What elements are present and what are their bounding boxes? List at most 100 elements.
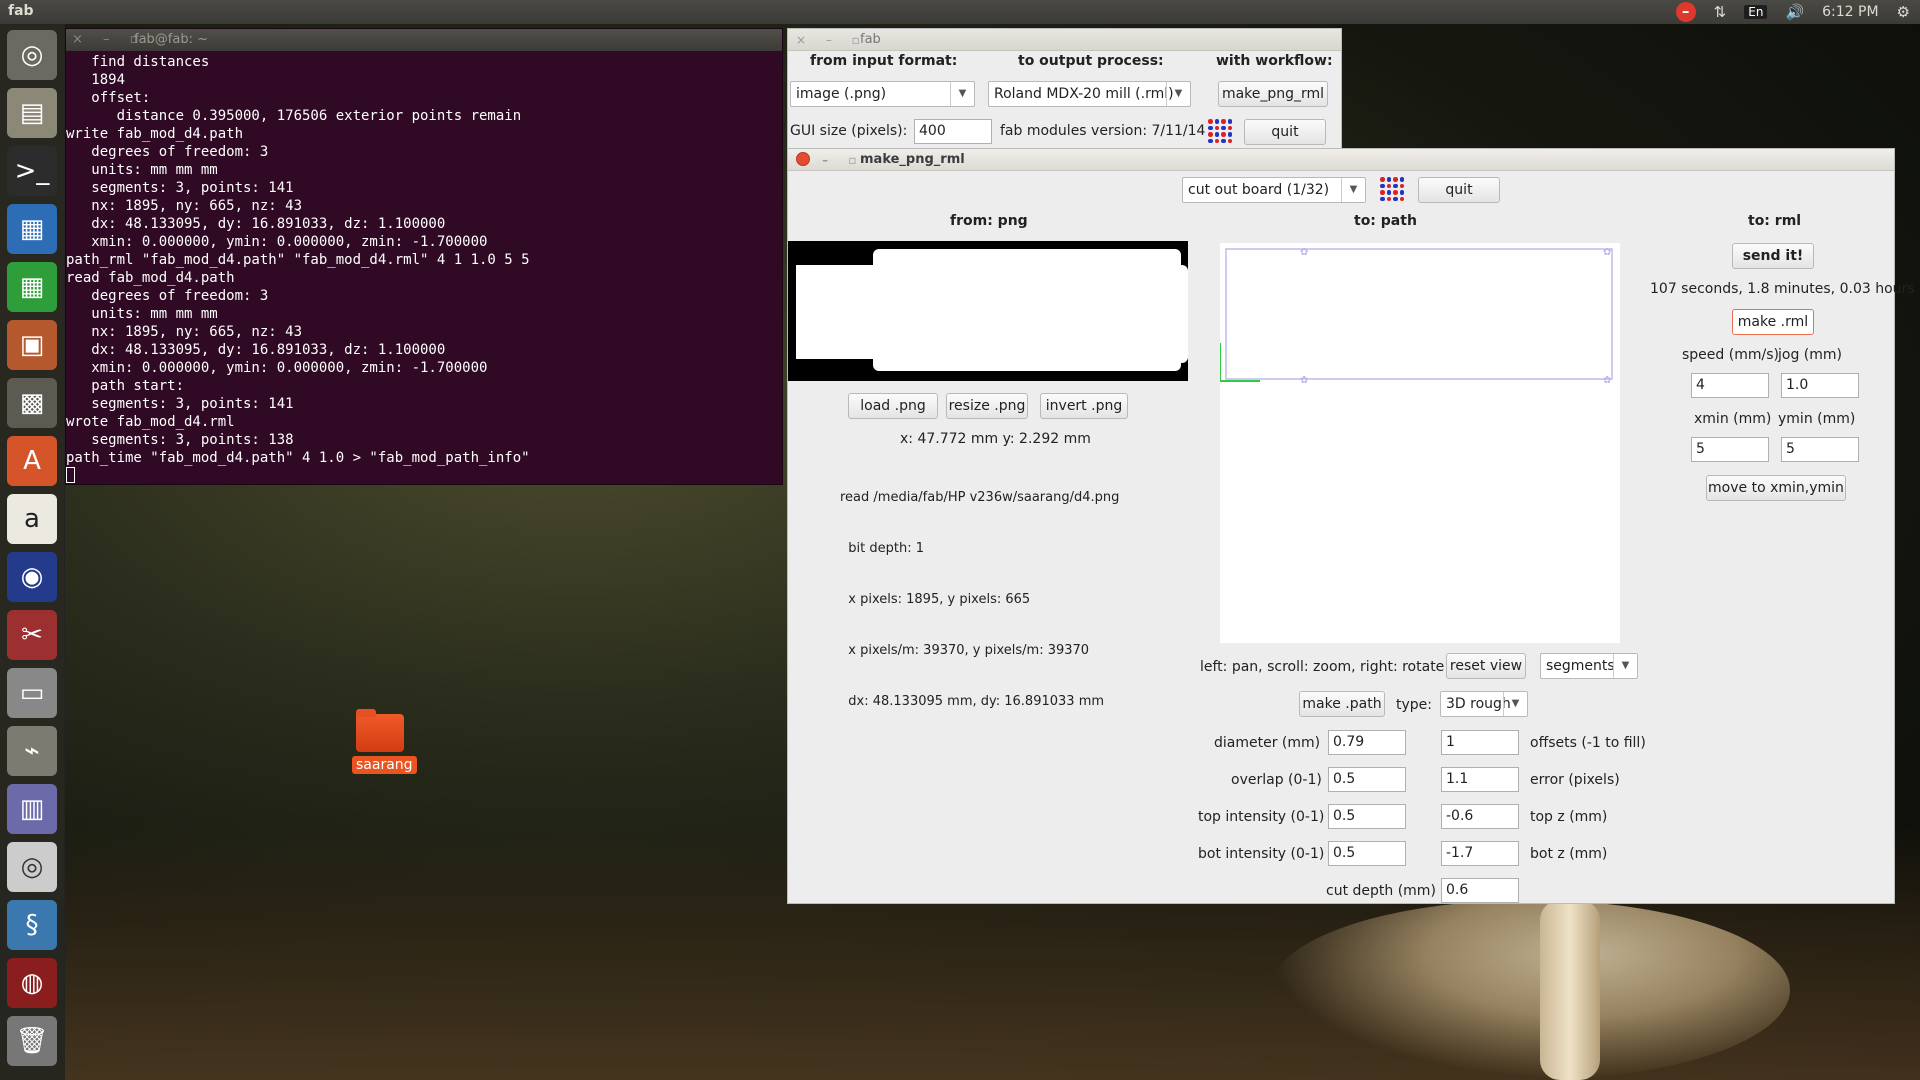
- move-to-button[interactable]: move to xmin,ymin: [1706, 475, 1846, 501]
- python-icon[interactable]: §: [7, 900, 57, 950]
- path-view[interactable]: ✿ ✿ ✿ ✿: [1219, 243, 1620, 643]
- cut-depth-input[interactable]: 0.6: [1441, 878, 1519, 903]
- app-title: fab: [8, 3, 34, 19]
- writer-icon[interactable]: ▦: [7, 204, 57, 254]
- offsets-input[interactable]: 1: [1441, 730, 1519, 755]
- resize-png-button[interactable]: resize .png: [946, 393, 1028, 419]
- terminal-line: units: mm mm mm: [66, 306, 218, 322]
- terminal-cursor: [66, 467, 75, 483]
- terminal-line: segments: 3, points: 138: [66, 432, 294, 448]
- workflow-label: with workflow:: [1216, 53, 1333, 69]
- volume-icon[interactable]: 🔊: [1785, 3, 1804, 21]
- terminal-line: path_rml "fab_mod_d4.path" "fab_mod_d4.r…: [66, 252, 530, 268]
- make-rml-button[interactable]: make .rml: [1732, 309, 1814, 335]
- terminal-output[interactable]: find distances 1894 offset: distance 0.3…: [66, 51, 782, 485]
- top-z-input[interactable]: -0.6: [1441, 804, 1519, 829]
- dvd-icon[interactable]: ◎: [7, 842, 57, 892]
- amazon-icon[interactable]: a: [7, 494, 57, 544]
- keyboard-layout[interactable]: En: [1744, 5, 1768, 19]
- jog-label: jog (mm): [1778, 347, 1842, 363]
- usb-icon[interactable]: ⌁: [7, 726, 57, 776]
- workflow-button[interactable]: make_png_rml: [1218, 81, 1328, 107]
- fab-window[interactable]: × – ▫ fab from input format: to output p…: [787, 28, 1342, 150]
- terminal-icon[interactable]: >_: [7, 146, 57, 196]
- make-path-button[interactable]: make .path: [1299, 691, 1385, 717]
- to-path-label: to: path: [1354, 213, 1417, 229]
- error-label: error (pixels): [1530, 772, 1620, 788]
- terminal-line: dx: 48.133095, dy: 16.891033, dz: 1.1000…: [66, 216, 446, 232]
- terminal-line: nx: 1895, ny: 665, nz: 43: [66, 198, 303, 214]
- terminal-line: dx: 48.133095, dy: 16.891033, dz: 1.1000…: [66, 342, 446, 358]
- top-panel: fab – ⇅ En 🔊 6:12 PM ⚙: [0, 0, 1920, 24]
- overlap-input[interactable]: 0.5: [1328, 767, 1406, 792]
- workspace-switcher-icon[interactable]: ▩: [7, 378, 57, 428]
- bot-intensity-label: bot intensity (0-1): [1198, 846, 1325, 862]
- view-hint: left: pan, scroll: zoom, right: rotate: [1200, 659, 1445, 675]
- speed-label: speed (mm/s): [1682, 347, 1779, 363]
- close-icon[interactable]: [796, 152, 810, 166]
- firefox-icon[interactable]: ◉: [7, 552, 57, 602]
- send-it-button[interactable]: send it!: [1732, 243, 1814, 269]
- cut-depth-label: cut depth (mm): [1326, 883, 1436, 899]
- make-quit-button[interactable]: quit: [1418, 177, 1500, 203]
- chevron-down-icon: ▼: [950, 82, 974, 106]
- disk-icon[interactable]: ▭: [7, 668, 57, 718]
- terminal-window[interactable]: × – ▫ fab@fab: ~ find distances 1894 off…: [65, 28, 783, 485]
- impress-icon[interactable]: ▣: [7, 320, 57, 370]
- clock[interactable]: 6:12 PM: [1822, 4, 1878, 20]
- stop-icon[interactable]: –: [1675, 2, 1696, 22]
- invert-png-button[interactable]: invert .png: [1040, 393, 1128, 419]
- bot-z-input[interactable]: -1.7: [1441, 841, 1519, 866]
- png-preview[interactable]: [788, 241, 1188, 381]
- jog-input[interactable]: 1.0: [1781, 373, 1859, 398]
- window-controls[interactable]: – ▫: [796, 149, 865, 171]
- xmin-input[interactable]: 5: [1691, 437, 1769, 462]
- speed-input[interactable]: 4: [1691, 373, 1769, 398]
- terminal-line: units: mm mm mm: [66, 162, 218, 178]
- gear-icon[interactable]: ⚙: [1897, 3, 1910, 21]
- load-png-button[interactable]: load .png: [848, 393, 938, 419]
- ubuntu-dash-icon[interactable]: ◎: [7, 30, 57, 80]
- terminal-line: xmin: 0.000000, ymin: 0.000000, zmin: -1…: [66, 360, 488, 376]
- network-icon[interactable]: ⇅: [1714, 3, 1727, 21]
- svg-text:✿: ✿: [1300, 375, 1308, 386]
- calc-icon[interactable]: ▦: [7, 262, 57, 312]
- type-select[interactable]: 3D rough ▼: [1440, 691, 1528, 717]
- file-manager-icon[interactable]: ▥: [7, 784, 57, 834]
- terminal-line: offset:: [66, 90, 151, 106]
- preset-select[interactable]: cut out board (1/32) ▼: [1182, 177, 1366, 203]
- to-output-label: to output process:: [1018, 53, 1164, 69]
- top-intensity-input[interactable]: 0.5: [1328, 804, 1406, 829]
- settings-icon[interactable]: ✂: [7, 610, 57, 660]
- toolpath-outline: [1225, 248, 1613, 380]
- top-intensity-label: top intensity (0-1): [1198, 809, 1325, 825]
- folder-label: saarang: [352, 756, 417, 774]
- reset-view-button[interactable]: reset view: [1446, 653, 1526, 679]
- chevron-down-icon: ▼: [1613, 654, 1637, 678]
- app-red-icon[interactable]: ◍: [7, 958, 57, 1008]
- trash-icon[interactable]: 🗑: [7, 1016, 57, 1066]
- terminal-line: degrees of freedom: 3: [66, 144, 269, 160]
- window-controls[interactable]: × – ▫: [796, 29, 868, 51]
- info-line: bit depth: 1: [840, 541, 924, 556]
- software-center-icon[interactable]: A: [7, 436, 57, 486]
- terminal-title: fab@fab: ~: [134, 32, 208, 47]
- bot-intensity-input[interactable]: 0.5: [1328, 841, 1406, 866]
- gui-size-input[interactable]: 400: [914, 119, 992, 144]
- fab-titlebar: × – ▫ fab: [788, 29, 1341, 51]
- error-input[interactable]: 1.1: [1441, 767, 1519, 792]
- terminal-line: path start:: [66, 378, 185, 394]
- output-process-select[interactable]: Roland MDX-20 mill (.rml) ▼: [988, 81, 1191, 107]
- desktop-folder[interactable]: saarang: [352, 709, 417, 774]
- input-format-select[interactable]: image (.png) ▼: [790, 81, 975, 107]
- quit-button[interactable]: quit: [1244, 119, 1326, 145]
- diameter-input[interactable]: 0.79: [1328, 730, 1406, 755]
- wallpaper-mushroom: [1270, 900, 1790, 1080]
- terminal-line: distance 0.395000, 176506 exterior point…: [66, 108, 522, 124]
- path-canvas: ✿ ✿ ✿ ✿: [1219, 247, 1613, 386]
- view-mode-select[interactable]: segments ▼: [1540, 653, 1638, 679]
- xmin-label: xmin (mm): [1694, 411, 1772, 427]
- make-png-rml-window[interactable]: – ▫ make_png_rml cut out board (1/32) ▼ q…: [787, 148, 1915, 904]
- ymin-input[interactable]: 5: [1781, 437, 1859, 462]
- files-icon[interactable]: ▤: [7, 88, 57, 138]
